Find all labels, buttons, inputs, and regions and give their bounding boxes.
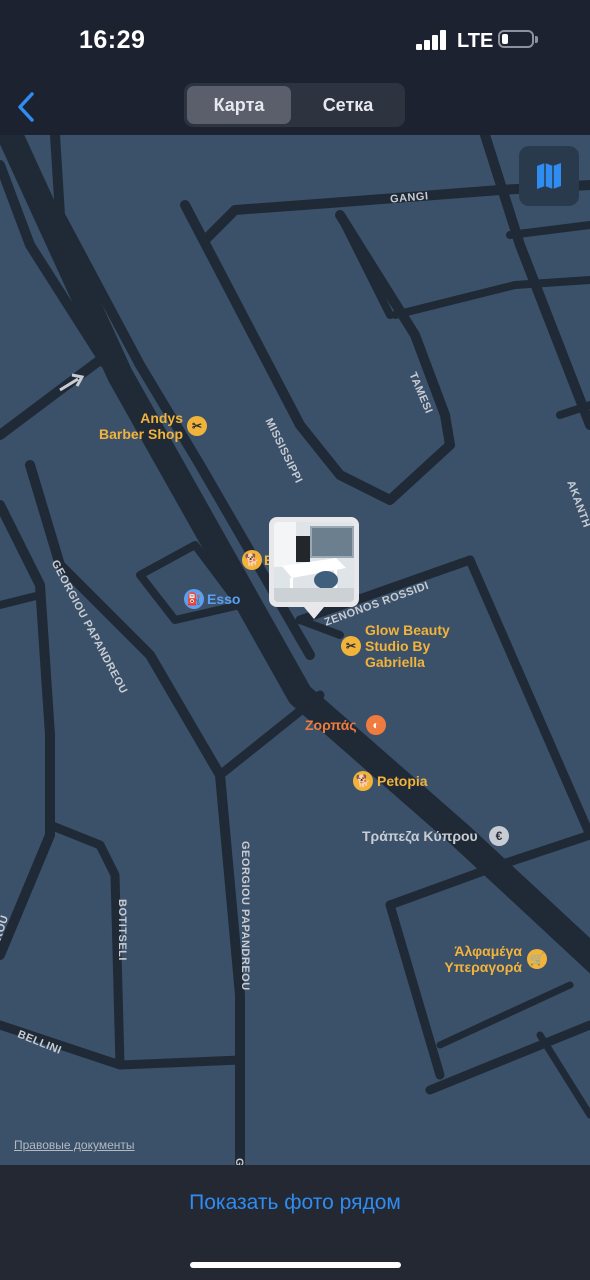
- battery-icon: [498, 30, 538, 48]
- nav-bar: Карта Сетка: [0, 80, 590, 135]
- office-desk-image: [274, 522, 354, 602]
- status-time: 16:29: [79, 26, 146, 54]
- poi-alphamega-label[interactable]: Άλφαμέγα Υπεραγορά: [430, 943, 522, 975]
- network-label: LTE: [457, 30, 494, 52]
- photo-pin[interactable]: [269, 517, 359, 619]
- poi-petopia-label[interactable]: Petopia: [377, 773, 428, 789]
- bakery-icon[interactable]: ◐: [366, 715, 386, 735]
- map-mode-button[interactable]: [519, 146, 579, 206]
- road-label-georgiou-papandreou-2: GEORGIOU PAPANDREOU: [239, 841, 251, 991]
- signal-icon: [416, 30, 448, 50]
- bottom-bar: Показать фото рядом: [0, 1165, 590, 1280]
- back-chevron-icon[interactable]: [12, 88, 46, 126]
- tab-grid[interactable]: Сетка: [294, 86, 402, 124]
- show-nearby-photos-button[interactable]: Показать фото рядом: [0, 1191, 590, 1215]
- poi-bank-label[interactable]: Τράπεζα Κύπρου: [362, 828, 478, 844]
- photo-thumbnail: [274, 522, 354, 602]
- pet-store-icon-petopia[interactable]: 🐕: [353, 771, 373, 791]
- poi-andys-barber-label[interactable]: Andys Barber Shop: [91, 410, 183, 442]
- shopping-cart-icon[interactable]: 🛒: [527, 949, 547, 969]
- road-label-ge: GE: [233, 1158, 245, 1165]
- fuel-station-icon[interactable]: ⛽: [184, 589, 204, 609]
- tab-map[interactable]: Карта: [187, 86, 291, 124]
- map-view[interactable]: GANGI MISSISSIPPI TAMESI AKANTH ZENONOS …: [0, 135, 590, 1165]
- legal-documents-link[interactable]: Правовые документы: [14, 1138, 135, 1152]
- status-bar: 16:29 LTE: [0, 0, 590, 80]
- pet-store-icon[interactable]: 🐕: [242, 550, 262, 570]
- poi-glow-beauty-label[interactable]: Glow Beauty Studio By Gabriella: [365, 622, 450, 670]
- map-roads: [0, 135, 590, 1165]
- map-icon: [537, 163, 561, 189]
- poi-zorpas-label[interactable]: Ζορπάς: [305, 717, 357, 733]
- home-indicator: [190, 1262, 401, 1268]
- beauty-salon-icon[interactable]: ✂: [341, 636, 361, 656]
- view-segmented-control: Карта Сетка: [184, 83, 405, 127]
- road-label-botitseli: BOTITSELI: [116, 899, 128, 961]
- barber-icon[interactable]: ✂: [187, 416, 207, 436]
- bank-icon[interactable]: €: [489, 826, 509, 846]
- poi-esso-label[interactable]: Esso: [207, 591, 240, 607]
